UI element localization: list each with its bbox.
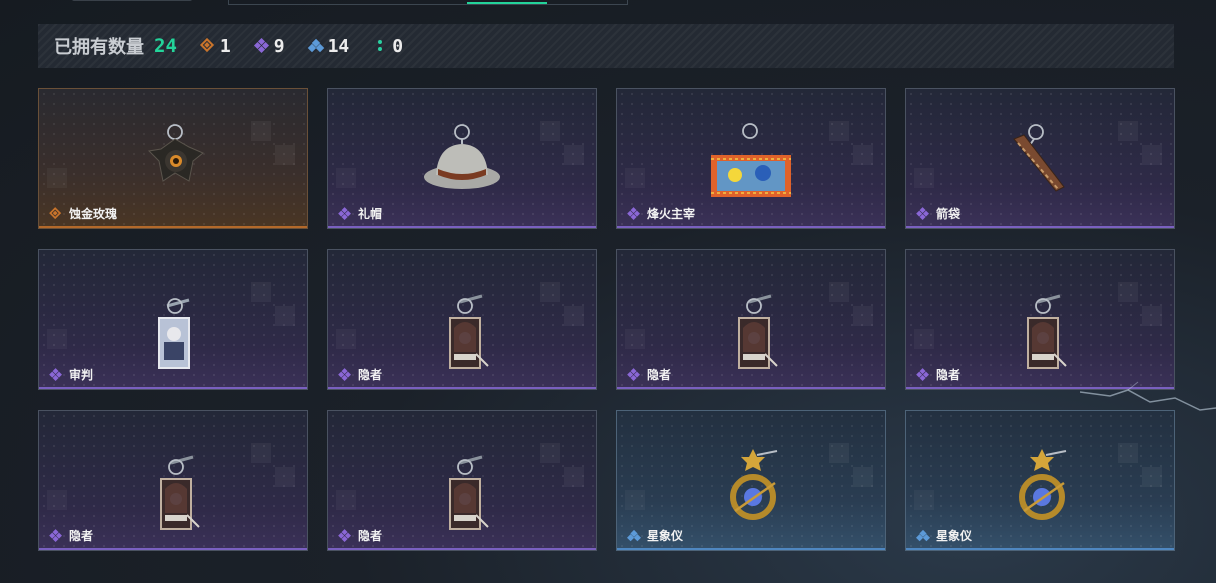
purple-diamond-cluster-icon: [49, 367, 62, 381]
purple-diamond-cluster-icon: [916, 367, 929, 381]
pendant-artwork: [449, 294, 489, 369]
pendant-name: 隐者: [49, 527, 93, 544]
pendant-card[interactable]: 箭袋: [905, 88, 1175, 229]
owned-total-count: 24: [154, 35, 177, 57]
pendant-name: 蚀金玫瑰: [49, 205, 117, 222]
pendant-artwork: [160, 455, 200, 530]
pendant-artwork: [1027, 294, 1067, 369]
rarity-bar: [328, 387, 596, 389]
pendant-artwork: [449, 455, 489, 530]
lightning-decoration: [1080, 381, 1216, 411]
pendant-name-text: 箭袋: [936, 207, 961, 221]
pendant-card[interactable]: 星象仪: [616, 410, 886, 551]
rarity-bar: [39, 226, 307, 228]
pendant-card[interactable]: 烽火主宰: [616, 88, 886, 229]
pendant-name-text: 星象仪: [936, 529, 973, 543]
green-rarity-count: 0: [373, 36, 403, 57]
green-dots-icon: [373, 39, 387, 53]
pendant-name: 隐者: [627, 366, 671, 383]
purple-rarity-count: 9: [253, 36, 285, 57]
purple-diamond-cluster-icon: [338, 206, 351, 220]
pendant-name-text: 隐者: [358, 529, 383, 543]
rarity-bar: [906, 548, 1174, 550]
rarity-bar: [328, 548, 596, 550]
purple-diamond-cluster-icon: [253, 37, 269, 54]
pendant-artwork: [424, 124, 500, 189]
pendant-name-text: 礼帽: [358, 207, 383, 221]
gold-rarity-count: 1: [199, 36, 231, 57]
filter-tab-bar[interactable]: [228, 0, 628, 5]
pendant-name-text: 隐者: [647, 368, 672, 382]
pendant-artwork: [147, 124, 204, 182]
pendant-name: 烽火主宰: [627, 205, 695, 222]
pendant-artwork: [730, 449, 778, 520]
pendant-card[interactable]: 礼帽: [327, 88, 597, 229]
pendant-card[interactable]: 隐者: [616, 249, 886, 390]
orange-gem-icon: [49, 206, 62, 220]
pendant-card[interactable]: 隐者: [905, 249, 1175, 390]
blue-triangle-icon: [626, 529, 642, 542]
pendant-name: 隐者: [338, 366, 382, 383]
pendant-name: 隐者: [338, 527, 382, 544]
blue-triangle-icon: [915, 529, 931, 542]
pendant-name-text: 隐者: [936, 368, 961, 382]
pendant-artwork: [158, 298, 190, 369]
purple-diamond-cluster-icon: [338, 528, 351, 542]
owned-count-label: 已拥有数量: [54, 37, 144, 58]
purple-diamond-cluster-icon: [627, 206, 640, 220]
blue-triangle-icon: [307, 38, 324, 53]
pendant-name: 隐者: [916, 366, 960, 383]
active-tab-indicator: [467, 2, 547, 4]
pendant-name: 星象仪: [915, 527, 973, 544]
rarity-bar: [906, 226, 1174, 228]
rarity-bar: [39, 387, 307, 389]
pendant-name-text: 烽火主宰: [647, 207, 696, 221]
top-filter-strip: [0, 0, 1216, 8]
rarity-bar: [617, 387, 885, 389]
pendant-name-text: 隐者: [358, 368, 383, 382]
pendant-name: 审判: [49, 366, 93, 383]
purple-diamond-cluster-icon: [627, 367, 640, 381]
pendant-name: 星象仪: [626, 527, 684, 544]
pendant-artwork: [738, 294, 778, 369]
purple-diamond-cluster-icon: [338, 367, 351, 381]
pendant-card[interactable]: 隐者: [327, 249, 597, 390]
blue-rarity-count: 14: [307, 36, 349, 57]
rarity-bar: [39, 548, 307, 550]
rarity-bar: [617, 548, 885, 550]
pendant-name-text: 隐者: [69, 529, 94, 543]
pendant-artwork: [711, 123, 791, 197]
pendant-card[interactable]: 隐者: [327, 410, 597, 551]
faded-filter-label: [72, 0, 192, 1]
ownership-summary-bar: 已拥有数量 24 1 9 14 0: [38, 24, 1174, 68]
pendant-name-text: 蚀金玫瑰: [69, 207, 118, 221]
pendant-card[interactable]: 隐者: [38, 410, 308, 551]
purple-diamond-cluster-icon: [916, 206, 929, 220]
pendant-name-text: 星象仪: [647, 529, 684, 543]
rarity-bar: [617, 226, 885, 228]
pendant-card[interactable]: 审判: [38, 249, 308, 390]
pendant-name: 礼帽: [338, 205, 382, 222]
pendant-name-text: 审判: [69, 368, 94, 382]
pendant-card[interactable]: 蚀金玫瑰: [38, 88, 308, 229]
pendant-artwork: [1013, 124, 1065, 192]
orange-gem-icon: [199, 37, 215, 53]
purple-diamond-cluster-icon: [49, 528, 62, 542]
pendant-name: 箭袋: [916, 205, 960, 222]
rarity-bar: [328, 226, 596, 228]
